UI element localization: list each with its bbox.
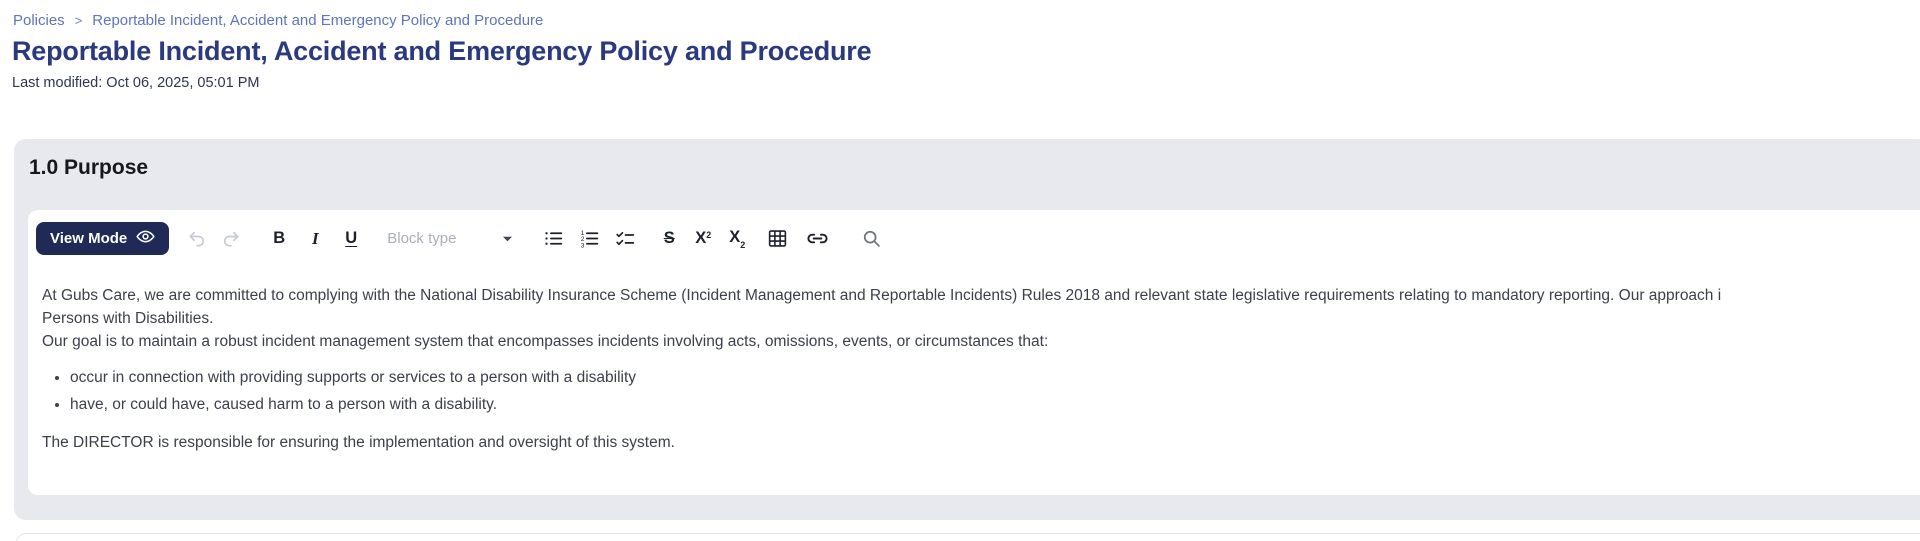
italic-button[interactable]: I xyxy=(303,225,327,253)
undo-icon xyxy=(187,229,207,249)
bold-icon: B xyxy=(273,229,286,247)
editor-toolbar: View Mode B I U Block type 1 2 3 S X 2 X… xyxy=(28,210,1920,259)
underline-icon: U xyxy=(345,229,358,247)
paragraph-line: Our goal is to maintain a robust inciden… xyxy=(42,333,1049,350)
breadcrumb-separator: > xyxy=(74,13,83,28)
bullet-item: occur in connection with providing suppo… xyxy=(70,367,1920,389)
caret-down-icon xyxy=(502,231,513,246)
next-section-card xyxy=(16,533,1920,541)
breadcrumb-current-page[interactable]: Reportable Incident, Accident and Emerge… xyxy=(92,12,543,29)
undo-button[interactable] xyxy=(185,225,209,253)
redo-button[interactable] xyxy=(219,225,243,253)
paragraph-line: Persons with Disabilities. xyxy=(42,310,214,327)
block-type-placeholder: Block type xyxy=(387,230,457,247)
subscript-button[interactable]: X2 xyxy=(725,225,749,253)
search-button[interactable] xyxy=(859,225,883,253)
link-button[interactable] xyxy=(805,225,829,253)
table-button[interactable] xyxy=(765,225,789,253)
rich-text-editor: View Mode B I U Block type 1 2 3 S X 2 X… xyxy=(28,210,1920,495)
table-icon xyxy=(767,228,788,249)
last-modified-text: Last modified: Oct 06, 2025, 05:01 PM xyxy=(12,75,260,91)
strikethrough-button[interactable]: S xyxy=(657,225,681,253)
search-icon xyxy=(861,228,882,249)
view-mode-label: View Mode xyxy=(50,230,128,247)
paragraph-line: At Gubs Care, we are committed to comply… xyxy=(42,287,1722,304)
breadcrumb: Policies > Reportable Incident, Accident… xyxy=(13,12,543,29)
section-heading: 1.0 Purpose xyxy=(29,156,149,179)
strikethrough-icon: S xyxy=(663,229,675,247)
superscript-icon: X2 xyxy=(695,229,712,247)
bold-button[interactable]: B xyxy=(267,225,291,253)
svg-text:3: 3 xyxy=(581,242,585,249)
bullet-item: have, or could have, caused harm to a pe… xyxy=(70,394,1920,416)
bullet-list-icon xyxy=(543,228,564,249)
numbered-list-button[interactable]: 1 2 3 xyxy=(577,225,601,253)
subscript-icon: X2 xyxy=(729,227,746,250)
block-type-dropdown[interactable]: Block type xyxy=(387,230,513,247)
link-icon xyxy=(806,227,829,250)
view-mode-button[interactable]: View Mode xyxy=(36,222,170,255)
redo-icon xyxy=(221,229,241,249)
superscript-button[interactable]: X2 xyxy=(691,225,715,253)
purpose-section-card: 1.0 Purpose View Mode B I U Block type 1… xyxy=(14,139,1920,520)
bullet-list-button[interactable] xyxy=(541,225,565,253)
paragraph-line: The DIRECTOR is responsible for ensuring… xyxy=(42,434,675,451)
italic-icon: I xyxy=(311,228,319,248)
eye-icon xyxy=(136,227,155,250)
page-title: Reportable Incident, Accident and Emerge… xyxy=(12,36,872,66)
check-list-icon xyxy=(615,228,636,249)
underline-button[interactable]: U xyxy=(339,225,363,253)
editor-body[interactable]: At Gubs Care, we are committed to comply… xyxy=(28,259,1920,454)
bullet-list: occur in connection with providing suppo… xyxy=(42,367,1920,416)
check-list-button[interactable] xyxy=(613,225,637,253)
breadcrumb-policies-link[interactable]: Policies xyxy=(13,12,65,29)
numbered-list-icon: 1 2 3 xyxy=(579,228,600,249)
